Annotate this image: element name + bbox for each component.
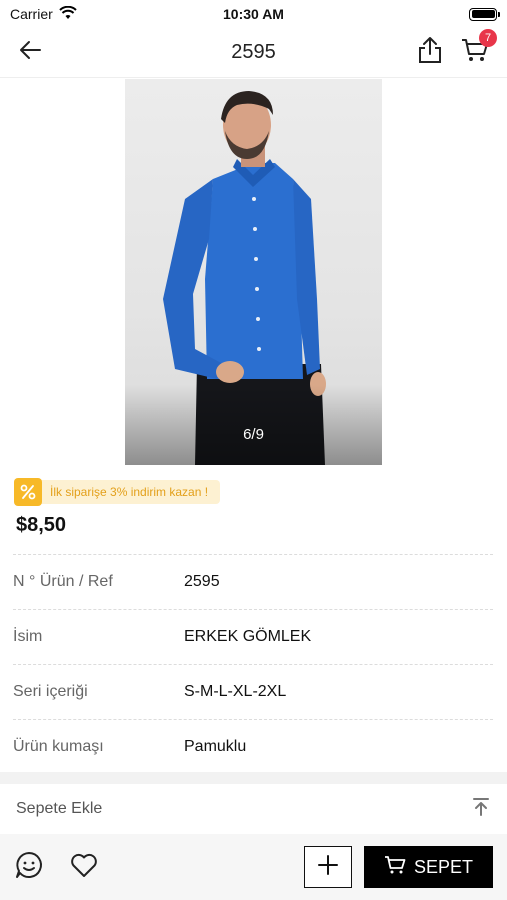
add-to-cart-label: Sepete Ekle	[16, 800, 103, 817]
cart-button-label: SEPET	[413, 856, 474, 877]
spec-label: Seri içeriği	[13, 683, 88, 700]
plus-icon	[317, 854, 339, 881]
cart-submit-button[interactable]: SEPET	[364, 846, 493, 888]
spec-label: İsim	[13, 628, 43, 645]
scroll-top-icon[interactable]	[471, 797, 491, 822]
back-button[interactable]	[0, 28, 60, 78]
promo-banner: İlk siparişe 3% indirim kazan !	[14, 478, 221, 506]
section-divider	[0, 772, 507, 784]
cart-count-badge: 7	[479, 29, 497, 47]
back-arrow-icon	[18, 40, 42, 65]
bottom-left-actions	[14, 850, 98, 885]
battery-icon	[469, 7, 500, 21]
spec-value: 2595	[184, 573, 220, 590]
spec-row-name: İsim ERKEK GÖMLEK	[13, 609, 493, 664]
cart-icon	[384, 855, 406, 880]
product-specs: N ° Ürün / Ref 2595 İsim ERKEK GÖMLEK Se…	[13, 554, 493, 774]
spec-value: Pamuklu	[184, 738, 247, 755]
image-gradient	[125, 385, 382, 465]
nav-bar: 2595 7	[0, 28, 507, 78]
status-time: 10:30 AM	[223, 6, 284, 22]
percent-icon	[14, 478, 42, 506]
chat-smile-icon[interactable]	[14, 850, 44, 885]
spec-row-ref: N ° Ürün / Ref 2595	[13, 554, 493, 609]
spec-row-series: Seri içeriği S-M-L-XL-2XL	[13, 664, 493, 719]
status-bar: Carrier 10:30 AM	[0, 0, 507, 28]
share-icon	[417, 36, 443, 69]
bottom-action-bar: SEPET	[0, 834, 507, 900]
product-photo	[125, 79, 382, 465]
promo-text: İlk siparişe 3% indirim kazan !	[50, 485, 209, 499]
nav-actions: 7	[417, 29, 507, 69]
bottom-right-actions: SEPET	[304, 846, 493, 888]
heart-icon[interactable]	[70, 852, 98, 883]
share-button[interactable]	[417, 36, 443, 69]
spec-value: ERKEK GÖMLEK	[184, 628, 312, 645]
add-to-cart-section: Sepete Ekle	[0, 784, 507, 834]
spec-label: N ° Ürün / Ref	[13, 573, 113, 590]
image-counter: 6/9	[243, 426, 264, 443]
product-price: $8,50	[16, 514, 67, 536]
product-image-carousel[interactable]: 6/9	[0, 79, 507, 465]
cart-button[interactable]: 7	[461, 29, 497, 68]
spec-label: Ürün kumaşı	[13, 738, 104, 755]
add-quantity-button[interactable]	[304, 846, 352, 888]
spec-value: S-M-L-XL-2XL	[184, 683, 287, 700]
spec-row-fabric: Ürün kumaşı Pamuklu	[13, 719, 493, 774]
